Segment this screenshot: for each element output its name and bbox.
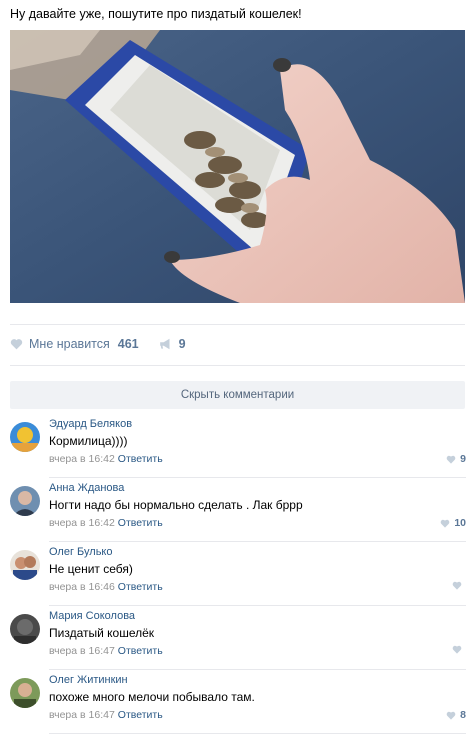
reply-link[interactable]: Ответить <box>118 517 163 529</box>
avatar[interactable] <box>10 550 40 580</box>
comment-like-count: 10 <box>454 517 466 529</box>
share-button[interactable]: 9 <box>159 337 186 351</box>
avatar[interactable] <box>10 614 40 644</box>
comment-text: похоже много мелочи побывало там. <box>49 690 255 704</box>
reply-link[interactable]: Ответить <box>118 709 163 721</box>
divider <box>10 365 465 366</box>
like-button[interactable]: Мне нравится 461 <box>10 337 139 351</box>
post-text: Ну давайте уже, пошутите про пиздатый ко… <box>10 7 302 21</box>
comment-like-button[interactable]: 9 <box>446 453 466 465</box>
comment-item: Эдуард Беляков Кормилица)))) вчера в 16:… <box>0 414 476 478</box>
comment-like-button[interactable]: 10 <box>440 517 466 529</box>
comment-time[interactable]: вчера в 16:42 <box>49 517 115 529</box>
heart-icon <box>446 711 456 720</box>
comment-like-button[interactable] <box>452 581 466 590</box>
comment-item: Олег Булько Не ценит себя) вчера в 16:46… <box>0 542 476 606</box>
comment-like-count: 8 <box>460 709 466 721</box>
reply-link[interactable]: Ответить <box>118 645 163 657</box>
divider <box>10 324 465 325</box>
heart-icon <box>452 581 462 590</box>
heart-icon <box>10 339 23 350</box>
comment-like-count: 9 <box>460 453 466 465</box>
megaphone-icon <box>159 338 170 350</box>
heart-icon <box>441 519 450 528</box>
heart-icon <box>452 645 462 654</box>
comment-time[interactable]: вчера в 16:47 <box>49 709 115 721</box>
comment-meta: вчера в 16:42 Ответить <box>49 517 163 529</box>
post-photo[interactable] <box>10 30 465 303</box>
avatar[interactable] <box>10 422 40 452</box>
comment-author[interactable]: Мария Соколова <box>49 610 135 622</box>
heart-icon <box>446 455 456 464</box>
comment-item: Анна Жданова Ногти надо бы нормально сде… <box>0 478 476 542</box>
comment-meta: вчера в 16:42 Ответить <box>49 453 163 465</box>
avatar[interactable] <box>10 486 40 516</box>
post-actions: Мне нравится 461 9 <box>10 337 206 351</box>
comment-item: Олег Житинкин похоже много мелочи побыва… <box>0 670 476 734</box>
reply-link[interactable]: Ответить <box>118 453 163 465</box>
comment-text: Кормилица)))) <box>49 434 128 448</box>
comment-author[interactable]: Олег Житинкин <box>49 674 128 686</box>
comment-meta: вчера в 16:47 Ответить <box>49 645 163 657</box>
comment-item: Мария Соколова Пиздатый кошелёк вчера в … <box>0 606 476 670</box>
comment-author[interactable]: Анна Жданова <box>49 482 124 494</box>
comment-author[interactable]: Олег Булько <box>49 546 112 558</box>
comment-text: Не ценит себя) <box>49 562 133 576</box>
comment-text: Ногти надо бы нормально сделать . Лак бр… <box>49 498 303 512</box>
comment-text: Пиздатый кошелёк <box>49 626 155 640</box>
like-label: Мне нравится <box>29 337 110 351</box>
comment-like-button[interactable]: 8 <box>446 709 466 721</box>
comment-time[interactable]: вчера в 16:47 <box>49 645 115 657</box>
like-count: 461 <box>117 337 139 351</box>
comment-meta: вчера в 16:46 Ответить <box>49 581 163 593</box>
comment-like-button[interactable] <box>452 645 466 654</box>
comment-author[interactable]: Эдуард Беляков <box>49 418 132 430</box>
share-count: 9 <box>178 337 186 351</box>
comment-time[interactable]: вчера в 16:46 <box>49 581 115 593</box>
hide-comments-button[interactable]: Скрыть комментарии <box>10 381 465 409</box>
reply-link[interactable]: Ответить <box>118 581 163 593</box>
divider <box>49 733 466 734</box>
comment-meta: вчера в 16:47 Ответить <box>49 709 163 721</box>
avatar[interactable] <box>10 678 40 708</box>
comment-time[interactable]: вчера в 16:42 <box>49 453 115 465</box>
